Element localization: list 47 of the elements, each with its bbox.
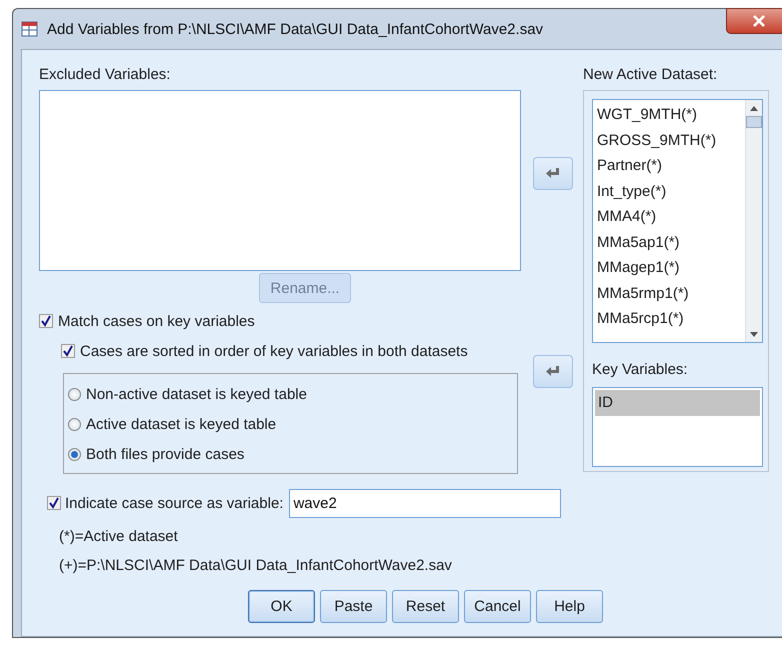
table-icon <box>21 20 39 38</box>
return-arrow-icon <box>545 364 561 378</box>
up-arrow-icon <box>750 106 758 110</box>
scroll-thumb[interactable] <box>746 116 762 128</box>
radio-label: Active dataset is keyed table <box>86 416 276 432</box>
list-item[interactable]: MMA4(*) <box>597 204 745 230</box>
close-icon <box>752 14 766 28</box>
list-item[interactable]: Partner(*) <box>597 153 745 178</box>
list-item[interactable]: MMagep1(*) <box>597 255 745 280</box>
move-button[interactable] <box>533 355 573 388</box>
list-item[interactable]: MMa5rcp1(*) <box>597 306 745 332</box>
list-item[interactable]: MMa5ap1(*) <box>597 230 745 255</box>
radio-button[interactable] <box>68 448 81 460</box>
legend-note: (*)=Active dataset <box>59 527 178 547</box>
key-variables-label: Key Variables: <box>592 361 689 379</box>
checkbox[interactable] <box>39 314 53 328</box>
dialog-button[interactable]: Paste <box>320 590 387 623</box>
close-button[interactable] <box>726 8 782 34</box>
radio-label: Non-active dataset is keyed table <box>86 386 307 402</box>
checkbox-label: Indicate case source as variable: <box>65 494 284 512</box>
window-title: Add Variables from P:\NLSCI\AMF Data\GUI Data_InfantCohortWave2.sav <box>47 20 544 38</box>
radio-label: Both files provide cases <box>86 446 244 462</box>
list-item[interactable]: ID <box>595 390 760 416</box>
list-item[interactable]: GROSS_9MTH(*) <box>597 128 745 153</box>
variable-name-field[interactable]: wave2 <box>289 488 562 518</box>
radio-button[interactable] <box>68 418 81 430</box>
scroll-bar[interactable] <box>745 100 762 342</box>
down-arrow-icon <box>750 332 758 336</box>
legend-note: (+)=P:\NLSCI\AMF Data\GUI Data_InfantCohortWave2.sav <box>59 556 452 576</box>
dialog-button[interactable]: OK <box>248 590 315 623</box>
checkbox[interactable] <box>47 496 61 510</box>
excluded-variables-label: Excluded Variables: <box>39 66 172 84</box>
move-button[interactable] <box>533 157 573 190</box>
key-variables-list[interactable]: ID <box>592 387 763 467</box>
dialog-button[interactable]: Reset <box>392 590 459 623</box>
dialog-button[interactable]: Help <box>536 590 603 623</box>
list-item[interactable]: MMa5rmp1(*) <box>597 280 745 306</box>
active-dataset-list[interactable]: WGT_9MTH(*) GROSS_9MTH(*) Partner(*) Int_type(*) MMA4(*) MMa5ap1(*) MMagep1(*) MMa5rmp1(*) MMa5rcp1(*) <box>592 99 763 343</box>
checkbox[interactable] <box>61 344 75 358</box>
list-item[interactable]: Int_type(*) <box>597 178 745 204</box>
checkbox-label: Cases are sorted in order of key variables in both datasets <box>80 342 468 360</box>
checkbox-label: Match cases on key variables <box>58 312 255 330</box>
return-arrow-icon <box>545 166 561 180</box>
active-dataset-label: New Active Dataset: <box>583 66 718 84</box>
radio-button[interactable] <box>68 388 81 400</box>
list-item[interactable]: WGT_9MTH(*) <box>597 102 745 128</box>
dialog-button[interactable]: Cancel <box>464 590 531 623</box>
